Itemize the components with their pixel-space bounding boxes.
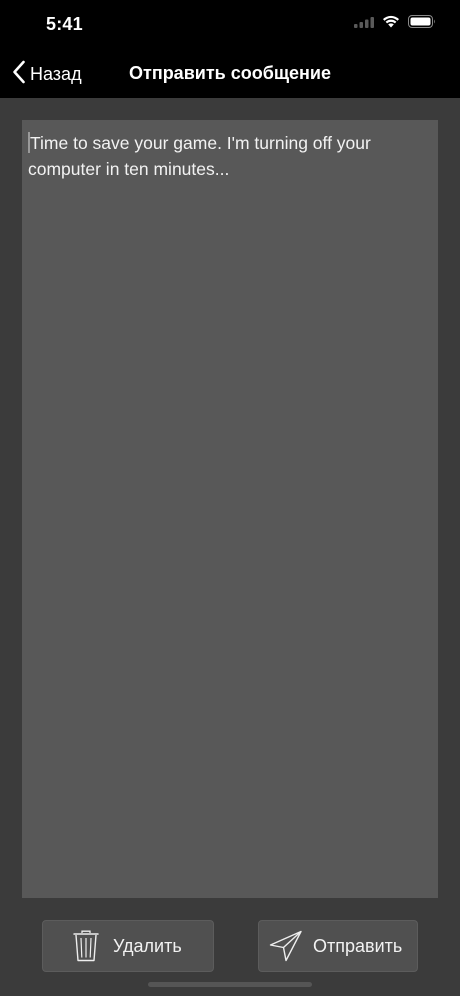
main-content: Time to save your game. I'm turning off … xyxy=(0,98,460,996)
message-text-area[interactable]: Time to save your game. I'm turning off … xyxy=(22,120,438,898)
page-title: Отправить сообщение xyxy=(129,63,331,83)
status-time: 5:41 xyxy=(46,14,83,34)
delete-button-label: Удалить xyxy=(113,935,182,956)
paper-plane-icon xyxy=(269,930,303,962)
wifi-icon xyxy=(382,15,400,33)
message-text-wrapper: Time to save your game. I'm turning off … xyxy=(28,130,432,182)
status-bar: 5:41 xyxy=(0,0,460,48)
delete-button[interactable]: Удалить xyxy=(42,920,214,972)
send-button-label: Отправить xyxy=(313,935,403,956)
send-button[interactable]: Отправить xyxy=(258,920,418,972)
battery-icon xyxy=(408,15,436,33)
home-indicator xyxy=(148,982,312,987)
status-icons xyxy=(354,15,436,33)
cellular-signal-icon xyxy=(354,15,374,33)
navigation-bar: Назад Отправить сообщение xyxy=(0,48,460,98)
trash-icon xyxy=(73,930,99,962)
message-text: Time to save your game. I'm turning off … xyxy=(28,133,376,179)
